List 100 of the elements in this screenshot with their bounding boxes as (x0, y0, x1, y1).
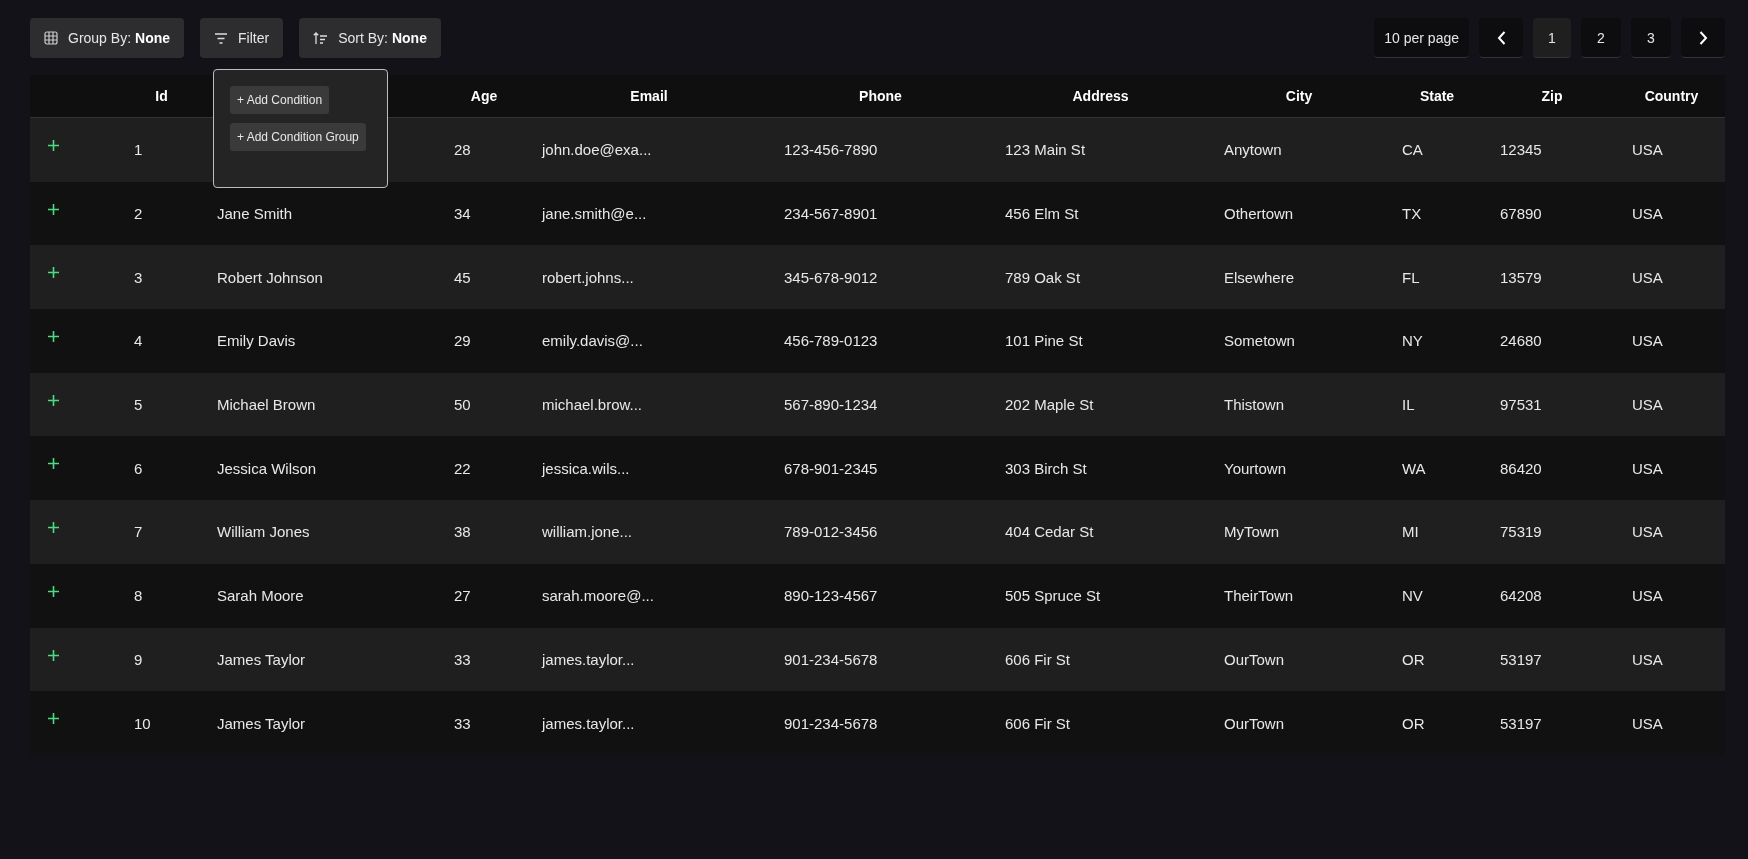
page-button[interactable]: 1 (1533, 18, 1571, 58)
sort-icon (313, 31, 329, 45)
table-cell-text: sarah.moore@... (541, 587, 655, 605)
sort-by-button[interactable]: Sort By: None (299, 18, 441, 58)
table-cell-text: 678-901-2345 (783, 459, 879, 477)
add-condition-button[interactable]: + Add Condition Group (230, 123, 366, 151)
table-cell-text: 101 Pine St (1004, 332, 1084, 350)
table-cell-text: Yourtown (1223, 459, 1287, 477)
expand-row-icon[interactable] (48, 331, 59, 343)
expand-row-icon[interactable] (48, 522, 59, 534)
table-cell-text: USA (1631, 332, 1664, 350)
column-header: Age (469, 88, 499, 104)
table-cell-text: robert.johns... (541, 268, 635, 286)
table-cell-text: Jessica Wilson (216, 459, 318, 477)
table-cell-text: CA (1401, 141, 1424, 159)
column-header: Zip (1540, 88, 1564, 104)
table-cell-text: USA (1631, 396, 1664, 414)
table-cell-text: 29 (453, 332, 472, 350)
next-page-button[interactable] (1681, 18, 1725, 58)
previous-page-button[interactable] (1479, 18, 1523, 58)
per-page-select[interactable]: 10 per page (1374, 18, 1469, 58)
table-cell-text: john.doe@exa... (540, 141, 653, 159)
table-cell-text: 12345 (1499, 141, 1543, 159)
table-cell-text: 456 Elm St (1004, 205, 1080, 223)
filter-icon (214, 32, 229, 44)
page-button[interactable]: 2 (1581, 18, 1621, 58)
table-cell-text: 3 (133, 268, 144, 286)
expand-row-icon[interactable] (48, 458, 59, 470)
table-cell-text: 27 (453, 587, 472, 605)
table-cell-text: 8 (133, 587, 144, 605)
table-cell-text: 890-123-4567 (783, 587, 879, 605)
table-cell-text: 567-890-1234 (783, 396, 879, 414)
expand-row-icon[interactable] (48, 394, 59, 406)
table-cell-text: 34 (453, 205, 472, 223)
expand-row-icon[interactable] (48, 140, 59, 151)
group-by-button[interactable]: Group By: None (30, 18, 185, 58)
table-cell-text: NV (1401, 587, 1424, 605)
table-cell-text: WA (1401, 459, 1427, 477)
add-condition-button[interactable]: + Add Condition (230, 86, 330, 114)
table-cell-text: IL (1401, 396, 1416, 414)
table-cell-text: USA (1631, 714, 1664, 732)
table-cell-text: Robert Johnson (216, 268, 324, 286)
page-button[interactable]: 3 (1631, 18, 1671, 58)
table-cell-text: 123-456-7890 (783, 141, 879, 159)
table-cell-text: 75319 (1499, 523, 1543, 541)
table-cell-text: 4 (133, 332, 144, 350)
table-cell-text: michael.brow... (541, 396, 644, 414)
expand-row-icon[interactable] (48, 203, 59, 215)
column-header: Id (154, 88, 169, 104)
table-cell-text: USA (1631, 141, 1664, 159)
table-cell-text: OR (1401, 650, 1426, 668)
table-cell-text: USA (1631, 523, 1664, 541)
expand-row-icon[interactable] (48, 713, 59, 725)
table-cell-text: Sarah Moore (216, 587, 305, 605)
table-cell-text: 404 Cedar St (1004, 523, 1095, 541)
table-cell-text: TX (1401, 205, 1423, 223)
table-cell-text: 789-012-3456 (783, 523, 879, 541)
table-cell-text: 901-234-5678 (783, 650, 879, 668)
table-cell-text: Sometown (1223, 332, 1296, 350)
table-cell-text: 45 (453, 268, 472, 286)
table-cell-text: 789 Oak St (1004, 268, 1082, 286)
chevron-right-icon (1698, 30, 1708, 45)
table-cell-text: Anytown (1223, 141, 1283, 159)
expand-row-icon[interactable] (48, 649, 59, 661)
table-cell-text: 86420 (1499, 459, 1543, 477)
table-cell-text: 33 (453, 714, 472, 732)
table-cell-text: 303 Birch St (1004, 459, 1088, 477)
table-cell-text: Elsewhere (1223, 268, 1296, 286)
table-cell-text: USA (1631, 268, 1664, 286)
table-cell-text: 33 (453, 650, 472, 668)
table-cell-text: Jane Smith (216, 205, 294, 223)
table-cell-text: MI (1401, 523, 1420, 541)
table-cell-text: 6 (133, 459, 144, 477)
table-cell-text: 1 (133, 141, 144, 159)
table-cell-text: OR (1401, 714, 1426, 732)
table-cell-text: NY (1401, 332, 1424, 350)
table-cell-text: 345-678-9012 (783, 268, 879, 286)
table-cell-text: 2 (133, 205, 144, 223)
table-cell-text: 606 Fir St (1004, 650, 1072, 668)
table-cell-text: 123 Main St (1004, 141, 1087, 159)
table-cell-text: Thistown (1223, 396, 1286, 414)
filter-button[interactable]: Filter (200, 18, 284, 58)
column-header: State (1418, 88, 1456, 104)
table-cell-text: Emily Davis (216, 332, 297, 350)
expand-row-icon[interactable] (48, 585, 59, 597)
table-cell-text: TheirTown (1223, 587, 1295, 605)
table-cell-text: 53197 (1499, 650, 1543, 668)
table-cell-text: Othertown (1223, 205, 1295, 223)
table-cell-text: 28 (453, 141, 472, 159)
column-header: Country (1643, 88, 1700, 104)
table-cell-text: James Taylor (216, 650, 307, 668)
table-cell-text: USA (1631, 587, 1664, 605)
table-cell-text: 901-234-5678 (783, 714, 879, 732)
table-cell-text: 53197 (1499, 714, 1543, 732)
expand-row-icon[interactable] (48, 267, 59, 279)
table-cell-text: OurTown (1223, 650, 1286, 668)
column-header: City (1284, 88, 1314, 104)
table-cell-text: william.jone... (541, 523, 634, 541)
table-cell-text: 10 (133, 714, 152, 732)
table-cell-text: MyTown (1223, 523, 1280, 541)
